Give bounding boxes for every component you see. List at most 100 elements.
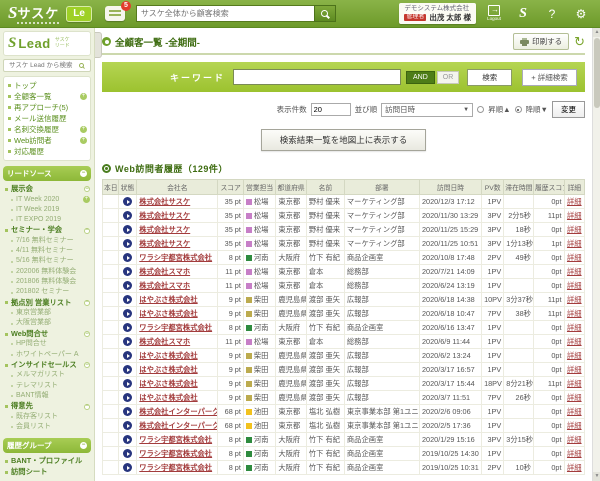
sidebar-item-1[interactable]: 全顧客一覧+: [6, 91, 88, 102]
sidebar-item[interactable]: 201806 無料体験会: [4, 277, 90, 287]
scroll-up-arrow[interactable]: ▲: [593, 28, 600, 37]
company-link[interactable]: 株式会社サスケ: [139, 225, 190, 234]
column-header[interactable]: PV数: [482, 180, 504, 195]
sidebar-item[interactable]: 既存客リスト: [4, 412, 90, 422]
ascending-radio[interactable]: [477, 106, 484, 113]
show-on-map-button[interactable]: 検索結果一覧を地図上に表示する: [261, 129, 427, 151]
company-link[interactable]: はやぶさ株式会社: [139, 351, 197, 360]
sidebar-item[interactable]: Web問合せ−: [4, 329, 90, 340]
sidebar-item[interactable]: 会員リスト: [4, 422, 90, 432]
expand-plus-icon[interactable]: +: [80, 93, 87, 100]
company-link[interactable]: 株式会社スマホ: [139, 281, 190, 290]
company-link[interactable]: 株式会社インターパーク: [139, 421, 218, 430]
sidebar-item-6[interactable]: 対応履歴: [6, 146, 88, 157]
company-link[interactable]: 株式会社サスケ: [139, 211, 190, 220]
column-header[interactable]: 都道府県: [276, 180, 307, 195]
sasuke-logo[interactable]: S サスケ: [8, 3, 59, 24]
column-header[interactable]: 本日: [103, 180, 119, 195]
company-link[interactable]: はやぶさ株式会社: [139, 295, 197, 304]
collapse-minus-icon[interactable]: −: [84, 331, 90, 337]
company-link[interactable]: ワラシ宇都宮株式会社: [139, 323, 212, 332]
detail-link[interactable]: 詳細: [567, 393, 582, 402]
company-link[interactable]: ワラシ宇都宮株式会社: [139, 463, 212, 472]
column-header[interactable]: 詳細: [564, 180, 584, 195]
collapse-minus-icon[interactable]: −: [84, 362, 90, 368]
lead-product-badge[interactable]: Le: [66, 6, 92, 22]
company-link[interactable]: ワラシ宇都宮株式会社: [139, 435, 212, 444]
scroll-down-arrow[interactable]: ▼: [593, 472, 600, 481]
detail-link[interactable]: 詳細: [567, 267, 582, 276]
sidebar-item[interactable]: IT Week 2020+: [4, 195, 90, 205]
sidebar-item[interactable]: 東京営業部: [4, 308, 90, 318]
sidebar-item[interactable]: テレマリスト: [4, 381, 90, 391]
logout-button[interactable]: Logout: [483, 4, 505, 24]
apply-sort-button[interactable]: 変更: [552, 101, 585, 118]
sidebar-item[interactable]: HP問合せ: [4, 339, 90, 349]
expand-plus-icon[interactable]: +: [80, 126, 87, 133]
sidebar-item[interactable]: 202006 無料体験会: [4, 267, 90, 277]
sidebar-item-4[interactable]: 名刺交換履歴+: [6, 124, 88, 135]
sort-order-select[interactable]: 訪問日時 ▼: [381, 103, 473, 117]
scrollbar-thumb[interactable]: [594, 38, 600, 108]
keyword-input[interactable]: [233, 69, 401, 85]
company-link[interactable]: 株式会社サスケ: [139, 197, 190, 206]
company-link[interactable]: 株式会社スマホ: [139, 337, 190, 346]
detail-link[interactable]: 詳細: [567, 295, 582, 304]
advanced-search-button[interactable]: + 詳細検索: [522, 69, 576, 86]
detail-link[interactable]: 詳細: [567, 421, 582, 430]
sidebar-item[interactable]: 得意先−: [4, 401, 90, 412]
sidebar-item[interactable]: IT Week 2019: [4, 205, 90, 215]
detail-link[interactable]: 詳細: [567, 281, 582, 290]
company-link[interactable]: はやぶさ株式会社: [139, 309, 197, 318]
and-toggle-button[interactable]: AND: [406, 71, 435, 84]
detail-link[interactable]: 詳細: [567, 449, 582, 458]
detail-link[interactable]: 詳細: [567, 435, 582, 444]
column-header[interactable]: 営業担当: [243, 180, 275, 195]
sidebar-item[interactable]: 訪問シート: [4, 467, 90, 478]
settings-button[interactable]: ⚙: [570, 4, 592, 24]
sidebar-item[interactable]: メルマガリスト: [4, 370, 90, 380]
sidebar-item[interactable]: BANT・プロファイル: [4, 456, 90, 467]
detail-link[interactable]: 詳細: [567, 239, 582, 248]
global-search-input[interactable]: [136, 5, 314, 22]
company-link[interactable]: 株式会社スマホ: [139, 267, 190, 276]
sidebar-item[interactable]: セミナー・学会−: [4, 225, 90, 236]
sidebar-item[interactable]: 大阪営業部: [4, 318, 90, 328]
collapse-minus-icon[interactable]: −: [84, 186, 90, 192]
detail-link[interactable]: 詳細: [567, 351, 582, 360]
sidebar-item[interactable]: 展示会−: [4, 184, 90, 195]
company-link[interactable]: ワラシ宇都宮株式会社: [139, 253, 212, 262]
company-link[interactable]: ワラシ宇都宮株式会社: [139, 449, 212, 458]
detail-link[interactable]: 詳細: [567, 463, 582, 472]
sidebar-item[interactable]: インサイドセールス−: [4, 360, 90, 371]
sidebar-item[interactable]: 5/16 無料セミナー: [4, 256, 90, 266]
company-link[interactable]: はやぶさ株式会社: [139, 365, 197, 374]
collapse-minus-icon[interactable]: −: [80, 170, 87, 177]
detail-link[interactable]: 詳細: [567, 253, 582, 262]
detail-link[interactable]: 詳細: [567, 365, 582, 374]
collapse-minus-icon[interactable]: −: [80, 442, 87, 449]
sidebar-item[interactable]: BANT情報: [4, 391, 90, 401]
detail-link[interactable]: 詳細: [567, 309, 582, 318]
sidebar-item-2[interactable]: 再アプローチ(5): [6, 102, 88, 113]
detail-link[interactable]: 詳細: [567, 407, 582, 416]
notifications-button[interactable]: 5: [105, 6, 125, 21]
global-search-button[interactable]: [314, 5, 336, 22]
company-link[interactable]: はやぶさ株式会社: [139, 379, 197, 388]
sidebar-search-input[interactable]: [7, 61, 79, 70]
sidebar-item-3[interactable]: メール送信履歴: [6, 113, 88, 124]
detail-link[interactable]: 詳細: [567, 197, 582, 206]
detail-link[interactable]: 詳細: [567, 211, 582, 220]
collapse-minus-icon[interactable]: −: [84, 300, 90, 306]
sidebar-item[interactable]: 4/11 無料セミナー: [4, 246, 90, 256]
sidebar-section-header[interactable]: 履歴グループ−: [3, 438, 91, 453]
detail-link[interactable]: 詳細: [567, 225, 582, 234]
sidebar-item-5[interactable]: Web訪問者+: [6, 135, 88, 146]
company-link[interactable]: 株式会社サスケ: [139, 239, 190, 248]
sidebar-item[interactable]: IT EXPO 2019: [4, 215, 90, 225]
expand-plus-icon[interactable]: +: [83, 196, 90, 203]
column-header[interactable]: スコア: [218, 180, 243, 195]
search-button[interactable]: 検索: [467, 69, 512, 86]
column-header[interactable]: 部署: [344, 180, 419, 195]
column-header[interactable]: 状態: [118, 180, 137, 195]
